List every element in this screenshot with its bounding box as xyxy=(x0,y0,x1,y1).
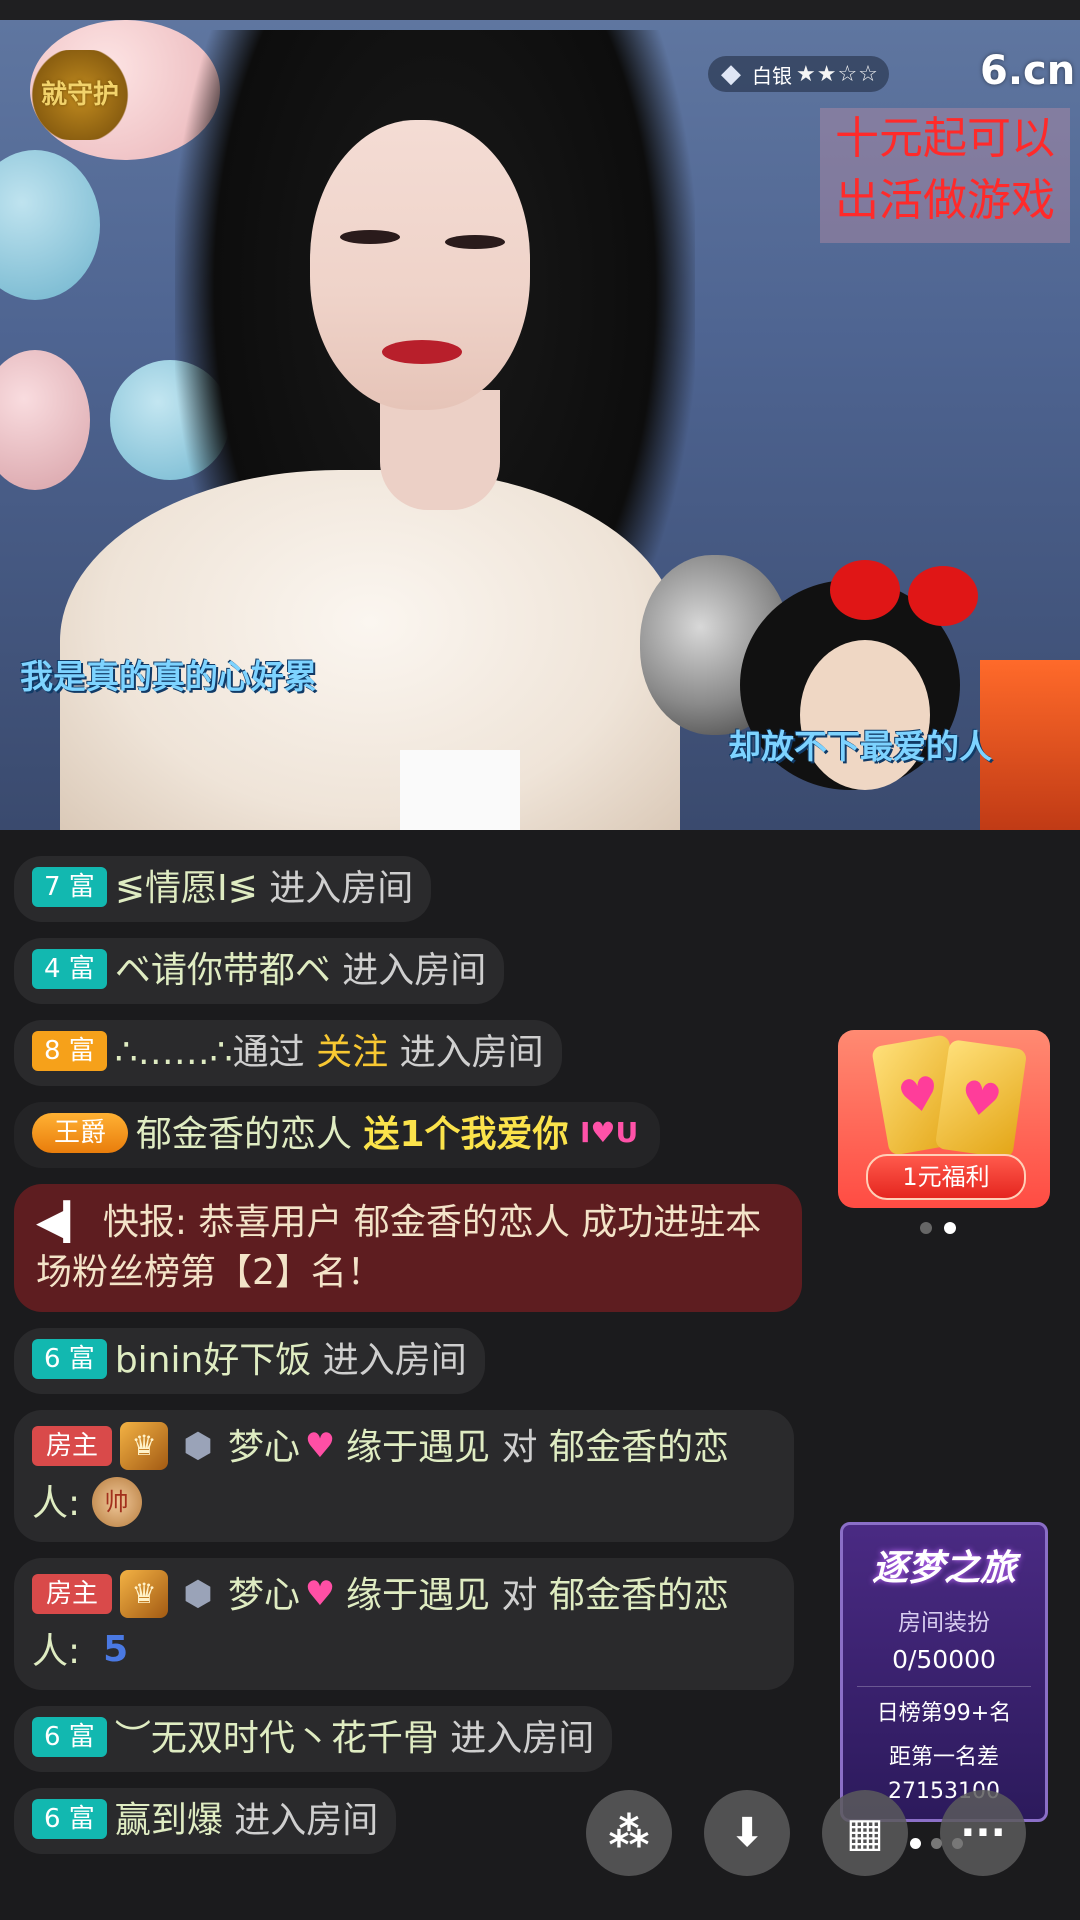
chat-username-suffix: 缘于遇见 xyxy=(346,1575,491,1616)
plush-bow xyxy=(830,560,980,630)
chat-action: 进入房间 xyxy=(322,1340,467,1381)
duke-title-badge[interactable]: 王爵 xyxy=(32,1113,129,1153)
chat-action: 进入房间 xyxy=(269,868,414,909)
silver-rank-icon: ◆ xyxy=(721,59,741,89)
chat-username[interactable]: ≶情愿I≶ xyxy=(115,868,258,909)
pager-dot-active[interactable] xyxy=(944,1222,956,1234)
download-icon[interactable]: ⬇ xyxy=(704,1790,790,1876)
gap-label: 距第一名差 xyxy=(888,1745,999,1770)
lyric-left: 我是真的真的心好累 xyxy=(20,657,317,696)
card-icon: ♥ xyxy=(934,1039,1028,1159)
chat-username[interactable]: binin好下饭 xyxy=(115,1340,312,1381)
vip-icon: ♛ xyxy=(120,1422,169,1470)
anchor-rank-badge[interactable]: ◆ 白银 ★★☆☆ xyxy=(708,56,889,92)
dream-journey-card[interactable]: 逐梦之旅 房间装扮 0/50000 日榜第99+名 距第一名差 27153100 xyxy=(840,1522,1048,1822)
chat-message-host: 房主 ♛ ⬢ 梦心 ♥ 缘于遇见 对 郁金香的恋人: 帅 xyxy=(14,1410,794,1542)
host-badge[interactable]: 房主 xyxy=(32,1574,113,1614)
balloon-blue xyxy=(0,150,100,300)
chat-username-suffix: 缘于遇见 xyxy=(346,1427,491,1468)
chat-username[interactable]: ベ请你带都ベ xyxy=(115,950,331,991)
banner-pager[interactable] xyxy=(920,1222,956,1234)
wealth-level-badge[interactable]: 7 富 xyxy=(32,867,107,907)
chat-action: 进入房间 xyxy=(234,1800,379,1841)
dream-title: 逐梦之旅 xyxy=(871,1548,1016,1589)
chat-message: 4 富ベ请你带都ベ 进入房间 xyxy=(14,938,505,1004)
lyric-right: 却放不下最爱的人 xyxy=(728,727,992,766)
grid-icon[interactable]: ▦ xyxy=(822,1790,908,1876)
shield-icon: ⬢ xyxy=(183,1426,213,1466)
more-icon[interactable]: ··· xyxy=(940,1790,1026,1876)
flash-announcement: ◀▎ 快报: 恭喜用户 郁金香的恋人 成功进驻本场粉丝榜第【2】名！ xyxy=(14,1184,802,1312)
chat-action: 进入房间 xyxy=(342,950,487,991)
chat-action: 进入房间 xyxy=(399,1032,544,1073)
pager-dot-active xyxy=(910,1838,921,1849)
rank-stars: ★★☆☆ xyxy=(796,61,879,87)
chat-message-gift: 王爵 郁金香的恋人 送1个我爱你 I♥U xyxy=(14,1102,660,1168)
heart-icon: ♥ xyxy=(304,1426,336,1466)
daily-rank: 日榜第99+名 xyxy=(876,1701,1012,1726)
rank-label: 白银 xyxy=(752,63,792,88)
chat-action: 进入房间 xyxy=(450,1718,595,1759)
chat-username[interactable]: ∴……∴ xyxy=(115,1032,233,1073)
chat-username[interactable]: 梦心 xyxy=(228,1575,300,1616)
wealth-level-badge[interactable]: 6 富 xyxy=(32,1339,107,1379)
vip-icon: ♛ xyxy=(120,1570,169,1618)
welfare-button[interactable]: 1元福利 xyxy=(866,1154,1026,1200)
chat-username[interactable]: ︶无双时代丶花千骨 xyxy=(115,1718,439,1759)
iloveyou-gift-icon: I♥U xyxy=(580,1116,639,1149)
divider xyxy=(857,1686,1031,1687)
promo-line-2: 出活做游戏 xyxy=(835,175,1055,226)
site-watermark: 6.cn xyxy=(980,48,1076,94)
chat-message: 6 富 ︶无双时代丶花千骨 进入房间 xyxy=(14,1706,613,1772)
balloon-pink-2 xyxy=(0,350,90,490)
pager-dot xyxy=(952,1838,963,1849)
eye-left xyxy=(340,230,400,244)
chat-message: 6 富赢到爆 进入房间 xyxy=(14,1788,397,1854)
live-video[interactable]: 就守护 ◆ 白银 ★★☆☆ 6.cn 十元起可以 出活做游戏 我是真的真的心好累… xyxy=(0,20,1080,830)
sparkle-icon[interactable]: ⁂ xyxy=(586,1790,672,1876)
chat-message: 7 富 ≶情愿I≶ 进入房间 xyxy=(14,856,432,922)
chat-feed[interactable]: 7 富 ≶情愿I≶ 进入房间 4 富ベ请你带都ベ 进入房间 8 富 ∴……∴通过 关… xyxy=(14,856,802,1870)
level-v-icon: 5 xyxy=(103,1629,129,1670)
guardian-logo[interactable]: 就守护 xyxy=(30,50,130,140)
dream-progress: 0/50000 xyxy=(892,1645,996,1674)
chat-username[interactable]: 郁金香的恋人 xyxy=(136,1114,352,1155)
lips xyxy=(382,340,462,364)
chat-message: 8 富 ∴……∴通过 关注 进入房间 xyxy=(14,1020,562,1086)
dream-subtitle: 房间装扮 xyxy=(898,1610,990,1636)
wealth-level-badge[interactable]: 6 富 xyxy=(32,1799,107,1839)
pager-dot xyxy=(931,1838,942,1849)
flash-text: 快报: 恭喜用户 郁金香的恋人 成功进驻本场粉丝榜第【2】名！ xyxy=(36,1202,762,1293)
wealth-level-badge[interactable]: 6 富 xyxy=(32,1717,107,1757)
chat-to: 对 xyxy=(501,1427,538,1468)
pager-dot[interactable] xyxy=(920,1222,932,1234)
promo-line-1: 十元起可以 xyxy=(835,113,1055,164)
chat-message-host: 房主 ♛ ⬢ 梦心 ♥ 缘于遇见 对 郁金香的恋人: 5 xyxy=(14,1558,794,1690)
background-object xyxy=(980,660,1080,830)
chat-username[interactable]: 梦心 xyxy=(228,1427,300,1468)
welfare-banner[interactable]: ♥ ♥ 1元福利 xyxy=(838,1030,1050,1208)
chat-message: 6 富 binin好下饭 进入房间 xyxy=(14,1328,485,1394)
wealth-level-badge[interactable]: 4 富 xyxy=(32,949,107,989)
chat-via: 通过 xyxy=(232,1032,305,1073)
streamer-face xyxy=(310,120,530,410)
gift-text: 送1个我爱你 xyxy=(363,1114,569,1155)
promo-overlay: 十元起可以 出活做游戏 xyxy=(820,108,1070,243)
host-badge[interactable]: 房主 xyxy=(32,1426,113,1466)
heart-icon: ♥ xyxy=(304,1574,336,1614)
coin-gift-icon: 帅 xyxy=(91,1477,142,1527)
wealth-level-badge[interactable]: 8 富 xyxy=(32,1031,107,1071)
chat-username[interactable]: 赢到爆 xyxy=(115,1800,223,1841)
status-bar xyxy=(0,0,1080,20)
chat-to: 对 xyxy=(501,1575,538,1616)
chat-source: 关注 xyxy=(316,1032,389,1073)
streamer-top xyxy=(400,750,520,830)
speaker-icon: ◀▎ xyxy=(36,1202,92,1243)
shield-icon: ⬢ xyxy=(183,1574,213,1614)
eye-right xyxy=(445,235,505,249)
bottom-pager xyxy=(910,1838,963,1849)
